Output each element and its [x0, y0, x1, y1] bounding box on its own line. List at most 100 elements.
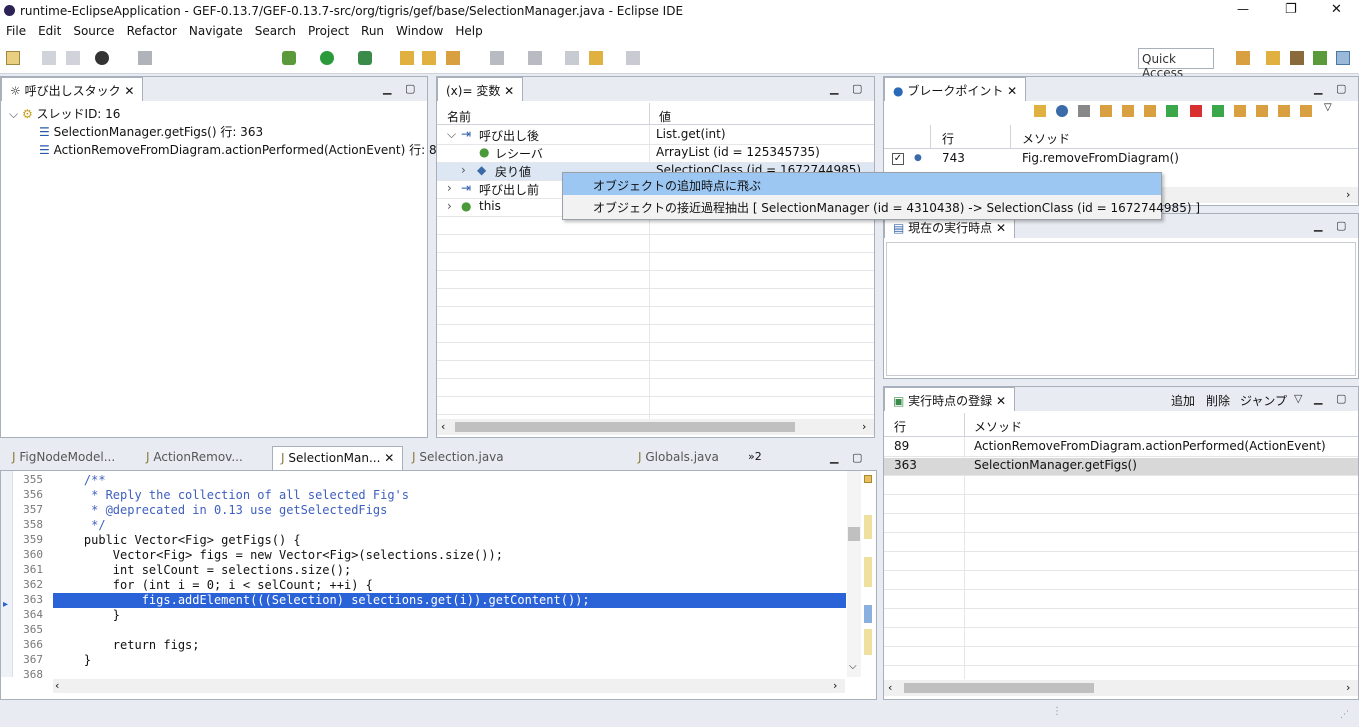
minimize-view-icon[interactable]: ▁ — [383, 82, 391, 95]
col-method-header[interactable]: メソッド — [974, 418, 1022, 435]
breakpoint-checkbox[interactable]: ✓ — [892, 153, 904, 165]
tab-variables[interactable]: (x)= 変数 ✕ — [437, 77, 524, 101]
col-name-header[interactable]: 名前 — [447, 108, 471, 125]
maximize-view-icon[interactable]: ▢ — [852, 451, 862, 464]
maximize-view-icon[interactable]: ▢ — [1336, 392, 1346, 405]
menu-refactor[interactable]: Refactor — [121, 22, 183, 38]
recorded-hscrollbar[interactable]: ‹ › — [884, 680, 1358, 696]
minimize-view-icon[interactable]: ▁ — [830, 451, 838, 464]
step-return-icon[interactable] — [1144, 105, 1156, 117]
view-menu-icon[interactable]: ▽ — [1294, 392, 1302, 405]
menu-window[interactable]: Window — [390, 22, 449, 38]
scroll-thumb[interactable] — [848, 527, 860, 541]
run-to-line-icon[interactable] — [1278, 105, 1290, 117]
minimize-view-icon[interactable]: ▁ — [830, 82, 838, 95]
stack-frame[interactable]: ☰ SelectionManager.getFigs() 行: 363 — [39, 123, 427, 141]
quick-access-input[interactable]: Quick Access — [1138, 48, 1214, 80]
back-icon[interactable] — [589, 51, 603, 65]
menu-item-jump-to-add-point[interactable]: オブジェクトの追加時点に飛ぶ — [563, 173, 1161, 195]
maximize-button[interactable]: ❐ — [1285, 2, 1297, 17]
maximize-view-icon[interactable]: ▢ — [1336, 82, 1346, 95]
resume-icon[interactable] — [1212, 105, 1224, 117]
tab-recorded[interactable]: ▣ 実行時点の登録 ✕ — [884, 387, 1016, 411]
variable-row[interactable]: ⌵ ⇥ 呼び出し後 List.get(int) — [437, 127, 874, 145]
open-resource-icon[interactable] — [422, 51, 436, 65]
variables-hscrollbar[interactable]: ‹ › — [437, 419, 874, 435]
tab-globals[interactable]: J Globals.java — [630, 446, 727, 470]
minimize-view-icon[interactable]: ▁ — [1314, 392, 1322, 405]
code-editor[interactable]: ▸ 355 /** 356 * Reply the collection of a… — [0, 470, 877, 700]
tab-fignodemodel[interactable]: J FigNodeModel... — [4, 446, 123, 470]
step-into-icon[interactable] — [1100, 105, 1112, 117]
recorded-row[interactable]: 363 SelectionManager.getFigs() — [884, 458, 1358, 476]
jump-button[interactable]: ジャンプ — [1240, 392, 1287, 409]
profile-icon[interactable] — [95, 51, 109, 65]
recorded-row[interactable]: 89 ActionRemoveFromDiagram.actionPerforme… — [884, 439, 1358, 457]
step-forward-icon[interactable] — [1234, 105, 1246, 117]
col-method-header[interactable]: メソッド — [1022, 130, 1070, 147]
toggle-breakpoint-icon[interactable] — [138, 51, 152, 65]
maximize-view-icon[interactable]: ▢ — [405, 82, 415, 95]
perspective-custom-icon[interactable] — [1336, 51, 1350, 65]
link-icon[interactable] — [1056, 105, 1068, 117]
col-line-header[interactable]: 行 — [894, 418, 906, 435]
tab-overflow-button[interactable]: »2 — [740, 446, 770, 470]
perspective-debug-icon[interactable] — [1313, 51, 1327, 65]
step-back-icon[interactable] — [1256, 105, 1268, 117]
last-edit-icon[interactable] — [565, 51, 579, 65]
menu-file[interactable]: File — [0, 22, 32, 38]
menu-item-extract-approach[interactable]: オブジェクトの接近過程抽出 [ SelectionManager (id = 4… — [563, 195, 1200, 217]
editor-hscrollbar[interactable]: ‹ › — [53, 679, 845, 693]
new-icon[interactable] — [6, 51, 20, 65]
perspective-git-icon[interactable] — [1290, 51, 1304, 65]
prev-annotation-icon[interactable] — [528, 51, 542, 65]
delete-button[interactable]: 削除 — [1206, 392, 1230, 409]
maximize-view-icon[interactable]: ▢ — [852, 82, 862, 95]
menu-navigate[interactable]: Navigate — [183, 22, 249, 38]
scroll-thumb[interactable] — [455, 422, 795, 432]
open-perspective-icon[interactable] — [1236, 51, 1250, 65]
drop-frame-icon[interactable] — [1300, 105, 1312, 117]
scroll-thumb[interactable] — [904, 683, 1094, 693]
open-icon[interactable] — [1034, 105, 1046, 117]
save-all-icon[interactable] — [66, 51, 80, 65]
tab-callstack[interactable]: ☼ 呼び出しスタック ✕ — [1, 77, 144, 101]
tab-actionremov[interactable]: J ActionRemov... — [138, 446, 251, 470]
perspective-java-icon[interactable] — [1266, 51, 1280, 65]
stack-frame[interactable]: ☰ ActionRemoveFromDiagram.actionPerforme… — [39, 141, 444, 159]
open-type-icon[interactable] — [400, 51, 414, 65]
step-over-icon[interactable] — [1122, 105, 1134, 117]
view-menu-icon[interactable]: ▽ — [1324, 102, 1332, 113]
debug-icon[interactable] — [282, 51, 296, 65]
menu-search[interactable]: Search — [249, 22, 302, 38]
search-icon[interactable] — [446, 51, 460, 65]
thread-node[interactable]: ⌵ ⚙ スレッドID: 16 — [9, 105, 427, 123]
tab-selection[interactable]: J Selection.java — [404, 446, 512, 470]
menu-edit[interactable]: Edit — [32, 22, 67, 38]
menu-source[interactable]: Source — [67, 22, 120, 38]
maximize-view-icon[interactable]: ▢ — [1336, 219, 1346, 232]
run-icon[interactable] — [320, 51, 334, 65]
menu-project[interactable]: Project — [302, 22, 355, 38]
forward-icon[interactable] — [626, 51, 640, 65]
variable-row[interactable]: ● レシーバ ArrayList (id = 125345735) — [437, 145, 874, 163]
gear-icon[interactable] — [1078, 105, 1090, 117]
back-step-icon[interactable] — [1166, 105, 1178, 117]
minimize-view-icon[interactable]: ▁ — [1314, 82, 1322, 95]
add-button[interactable]: 追加 — [1171, 392, 1195, 409]
tab-selectionmanager[interactable]: J SelectionMan... ✕ — [272, 446, 404, 470]
save-icon[interactable] — [42, 51, 56, 65]
menu-help[interactable]: Help — [449, 22, 488, 38]
breakpoint-row[interactable]: ✓ ● 743 Fig.removeFromDiagram() — [884, 151, 1358, 169]
close-button[interactable]: ✕ — [1331, 2, 1342, 17]
coverage-icon[interactable] — [358, 51, 372, 65]
col-line-header[interactable]: 行 — [942, 130, 954, 147]
col-value-header[interactable]: 値 — [659, 108, 671, 125]
minimize-button[interactable]: — — [1237, 2, 1249, 16]
tab-breakpoints[interactable]: ● ブレークポイント ✕ — [884, 77, 1027, 101]
editor-vscrollbar[interactable]: ⌵ — [847, 471, 861, 677]
stop-icon[interactable] — [1190, 105, 1202, 117]
minimize-view-icon[interactable]: ▁ — [1314, 219, 1322, 232]
next-annotation-icon[interactable] — [490, 51, 504, 65]
menu-run[interactable]: Run — [355, 22, 390, 38]
